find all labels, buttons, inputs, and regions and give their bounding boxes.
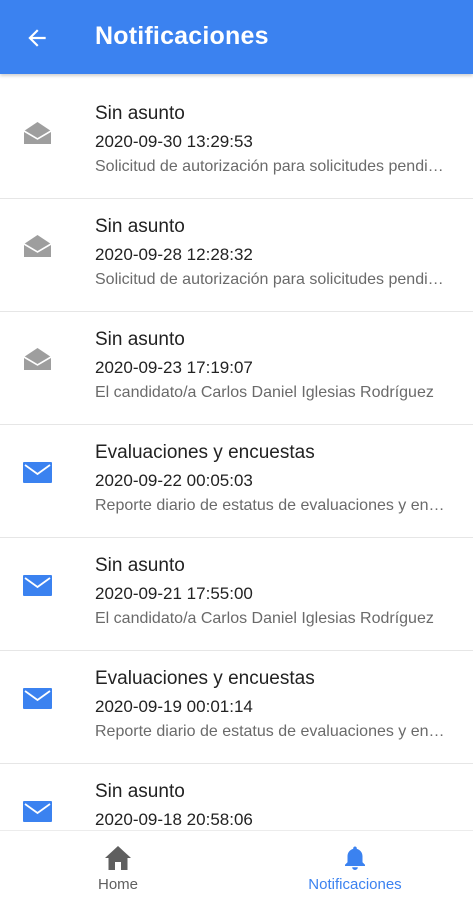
page-title: Notificaciones <box>95 22 269 50</box>
envelope-closed-icon <box>23 688 52 709</box>
home-icon <box>105 846 131 870</box>
notification-item[interactable]: Evaluaciones y encuestas 2020-09-22 00:0… <box>0 425 473 538</box>
notification-date: 2020-09-18 20:58:06 <box>95 810 253 829</box>
bell-icon <box>345 846 365 870</box>
notification-item[interactable]: Sin asunto 2020-09-23 17:19:07 El candid… <box>0 312 473 425</box>
notification-date: 2020-09-23 17:19:07 <box>95 358 253 377</box>
notification-date: 2020-09-19 00:01:14 <box>95 697 253 716</box>
notification-subject: Sin asunto <box>95 329 185 350</box>
notification-subject: Evaluaciones y encuestas <box>95 442 315 463</box>
notification-date: 2020-09-22 00:05:03 <box>95 471 253 490</box>
notification-date: 2020-09-30 13:29:53 <box>95 132 253 151</box>
notification-preview: Reporte diario de estatus de evaluacione… <box>95 497 447 514</box>
notification-date: 2020-09-21 17:55:00 <box>95 584 253 603</box>
notification-subject: Sin asunto <box>95 103 185 124</box>
envelope-closed-icon <box>23 462 52 483</box>
notification-item[interactable]: Evaluaciones y encuestas 2020-09-19 00:0… <box>0 651 473 764</box>
notification-preview: Solicitud de autorización para solicitud… <box>95 271 447 288</box>
nav-notifications-label: Notificaciones <box>308 876 402 893</box>
back-button[interactable] <box>20 21 54 55</box>
notification-subject: Sin asunto <box>95 555 185 576</box>
notification-item[interactable]: Sin asunto 2020-09-30 13:29:53 Solicitud… <box>0 86 473 199</box>
notification-preview: El candidato/a Carlos Daniel Iglesias Ro… <box>95 384 434 401</box>
notification-date: 2020-09-28 12:28:32 <box>95 245 253 264</box>
notification-list: Sin asunto 2020-09-30 13:29:53 Solicitud… <box>0 86 473 830</box>
nav-home[interactable]: Home <box>0 831 236 901</box>
notification-preview: Solicitud de autorización para solicitud… <box>95 158 447 175</box>
notification-preview: El candidato/a Carlos Daniel Iglesias Ro… <box>95 610 434 627</box>
app-bar: Notificaciones <box>0 0 473 74</box>
nav-home-label: Home <box>97 876 138 893</box>
notification-item[interactable]: Sin asunto 2020-09-18 20:58:06 <box>0 764 473 830</box>
envelope-open-icon <box>23 348 52 370</box>
envelope-open-icon <box>23 235 52 257</box>
envelope-closed-icon <box>23 801 52 822</box>
notification-item[interactable]: Sin asunto 2020-09-21 17:55:00 El candid… <box>0 538 473 651</box>
notification-item[interactable]: Sin asunto 2020-09-28 12:28:32 Solicitud… <box>0 199 473 312</box>
notification-preview: Reporte diario de estatus de evaluacione… <box>95 723 447 740</box>
nav-notifications[interactable]: Notificaciones <box>237 831 473 901</box>
notification-subject: Sin asunto <box>95 781 185 802</box>
envelope-closed-icon <box>23 575 52 596</box>
envelope-open-icon <box>23 122 52 144</box>
notification-subject: Evaluaciones y encuestas <box>95 668 315 689</box>
arrow-back-icon <box>28 29 46 47</box>
notification-subject: Sin asunto <box>95 216 185 237</box>
bottom-navigation: Home Notificaciones <box>0 830 473 901</box>
